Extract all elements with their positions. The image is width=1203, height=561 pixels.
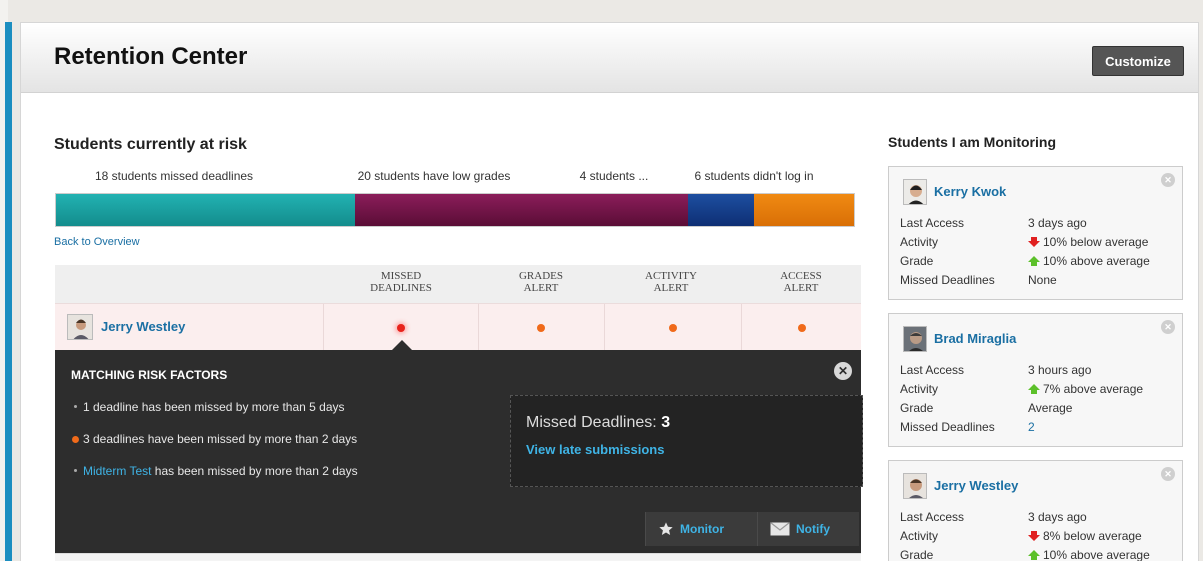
popup-close-button[interactable]: ✕	[834, 362, 852, 380]
segment-label-login[interactable]: 6 students didn't log in	[654, 169, 854, 183]
monitor-button[interactable]: Monitor	[645, 512, 757, 546]
close-icon[interactable]: ✕	[1161, 467, 1175, 481]
avatar	[67, 314, 93, 340]
risk-section-title: Students currently at risk	[54, 136, 247, 153]
col-access-alert[interactable]: Access Alert	[761, 270, 841, 294]
segment-bar-activity[interactable]	[687, 194, 755, 226]
monitor-label: Monitor	[680, 522, 724, 536]
risk-bar	[55, 193, 855, 227]
envelope-icon	[770, 522, 790, 536]
access-alert-dot[interactable]	[798, 324, 806, 332]
segment-bar-login[interactable]	[754, 194, 854, 226]
midterm-test-link[interactable]: Midterm Test	[83, 464, 151, 478]
close-icon[interactable]: ✕	[1161, 320, 1175, 334]
avatar	[903, 179, 927, 205]
avatar	[903, 326, 927, 352]
missed-deadlines-detail: Missed Deadlines: 3 View late submission…	[510, 395, 863, 487]
popup-title: MATCHING RISK FACTORS	[71, 368, 228, 382]
arrow-down-icon	[1028, 237, 1040, 247]
arrow-up-icon	[1028, 550, 1040, 560]
risk-indicator-dot	[72, 436, 79, 443]
page-header: Retention Center Customize	[21, 23, 1198, 93]
avatar	[903, 473, 927, 499]
view-late-submissions-link[interactable]: View late submissions	[526, 442, 664, 457]
col-missed-deadlines[interactable]: Missed Deadlines	[361, 270, 441, 294]
popup-pointer	[392, 340, 412, 350]
student-name-link[interactable]: Jerry Westley	[934, 478, 1018, 493]
monitoring-title: Students I am Monitoring	[888, 134, 1056, 150]
back-to-overview-link[interactable]: Back to Overview	[54, 236, 140, 248]
risk-factor-item: 1 deadline has been missed by more than …	[74, 400, 345, 414]
segment-bar-deadlines[interactable]	[56, 194, 356, 226]
notify-button[interactable]: Notify	[757, 512, 859, 546]
table-row[interactable]: Jerry Westley	[55, 303, 861, 352]
customize-button[interactable]: Customize	[1092, 46, 1184, 76]
col-grades-alert[interactable]: Grades Alert	[501, 270, 581, 294]
page-title: Retention Center	[54, 43, 248, 70]
activity-alert-dot[interactable]	[669, 324, 677, 332]
table-header: Missed Deadlines Grades Alert Activity A…	[55, 265, 861, 303]
monitor-card-kerry-kwok: ✕ Kerry Kwok Last Access 3 days ago Acti…	[888, 166, 1183, 300]
left-strip	[0, 0, 12, 561]
detail-count: 3	[661, 414, 671, 431]
monitor-card-jerry-westley: ✕ Jerry Westley Last Access 3 days ago A…	[888, 460, 1183, 561]
arrow-up-icon	[1028, 256, 1040, 266]
missed-deadlines-alert-dot[interactable]	[397, 324, 405, 332]
risk-factor-item: 3 deadlines have been missed by more tha…	[72, 432, 357, 446]
segment-label-activity[interactable]: 4 students ...	[574, 169, 654, 183]
segment-bar-grades[interactable]	[355, 194, 688, 226]
table-row[interactable]	[55, 553, 861, 561]
arrow-up-icon	[1028, 384, 1040, 394]
retention-panel: Retention Center Customize Students curr…	[20, 22, 1199, 561]
student-name-link[interactable]: Jerry Westley	[101, 319, 185, 334]
detail-label: Missed Deadlines:	[526, 414, 657, 431]
star-icon	[659, 522, 673, 535]
risk-factor-item: Midterm Test has been missed by more tha…	[74, 464, 358, 478]
arrow-down-icon	[1028, 531, 1040, 541]
missed-deadlines-count-link[interactable]: 2	[1028, 420, 1035, 434]
accent-bar	[5, 22, 12, 561]
segment-label-grades[interactable]: 20 students have low grades	[294, 169, 574, 183]
grades-alert-dot[interactable]	[537, 324, 545, 332]
student-name-link[interactable]: Brad Miraglia	[934, 331, 1016, 346]
student-name-link[interactable]: Kerry Kwok	[934, 184, 1006, 199]
notify-label: Notify	[796, 522, 830, 536]
risk-segment-labels: 18 students missed deadlines 20 students…	[54, 169, 854, 185]
col-activity-alert[interactable]: Activity Alert	[631, 270, 711, 294]
close-icon[interactable]: ✕	[1161, 173, 1175, 187]
monitor-card-brad-miraglia: ✕ Brad Miraglia Last Access 3 hours ago …	[888, 313, 1183, 447]
segment-label-deadlines[interactable]: 18 students missed deadlines	[54, 169, 294, 183]
